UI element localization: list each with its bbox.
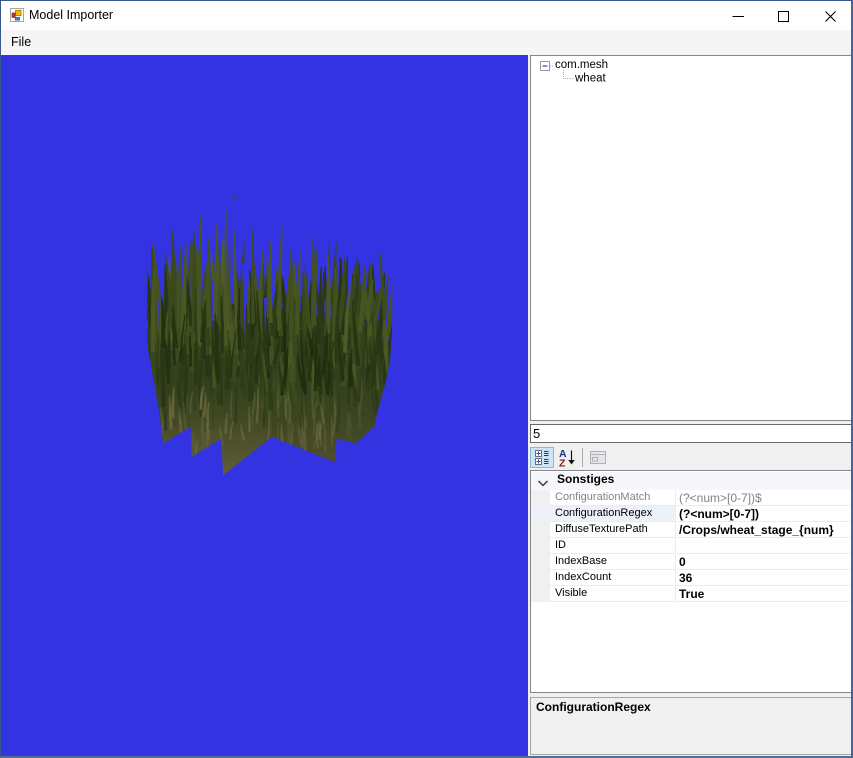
svg-text:wheat: wheat xyxy=(574,73,606,85)
svg-text:com.mesh: com.mesh xyxy=(555,59,608,71)
svg-text:Z: Z xyxy=(559,458,566,470)
